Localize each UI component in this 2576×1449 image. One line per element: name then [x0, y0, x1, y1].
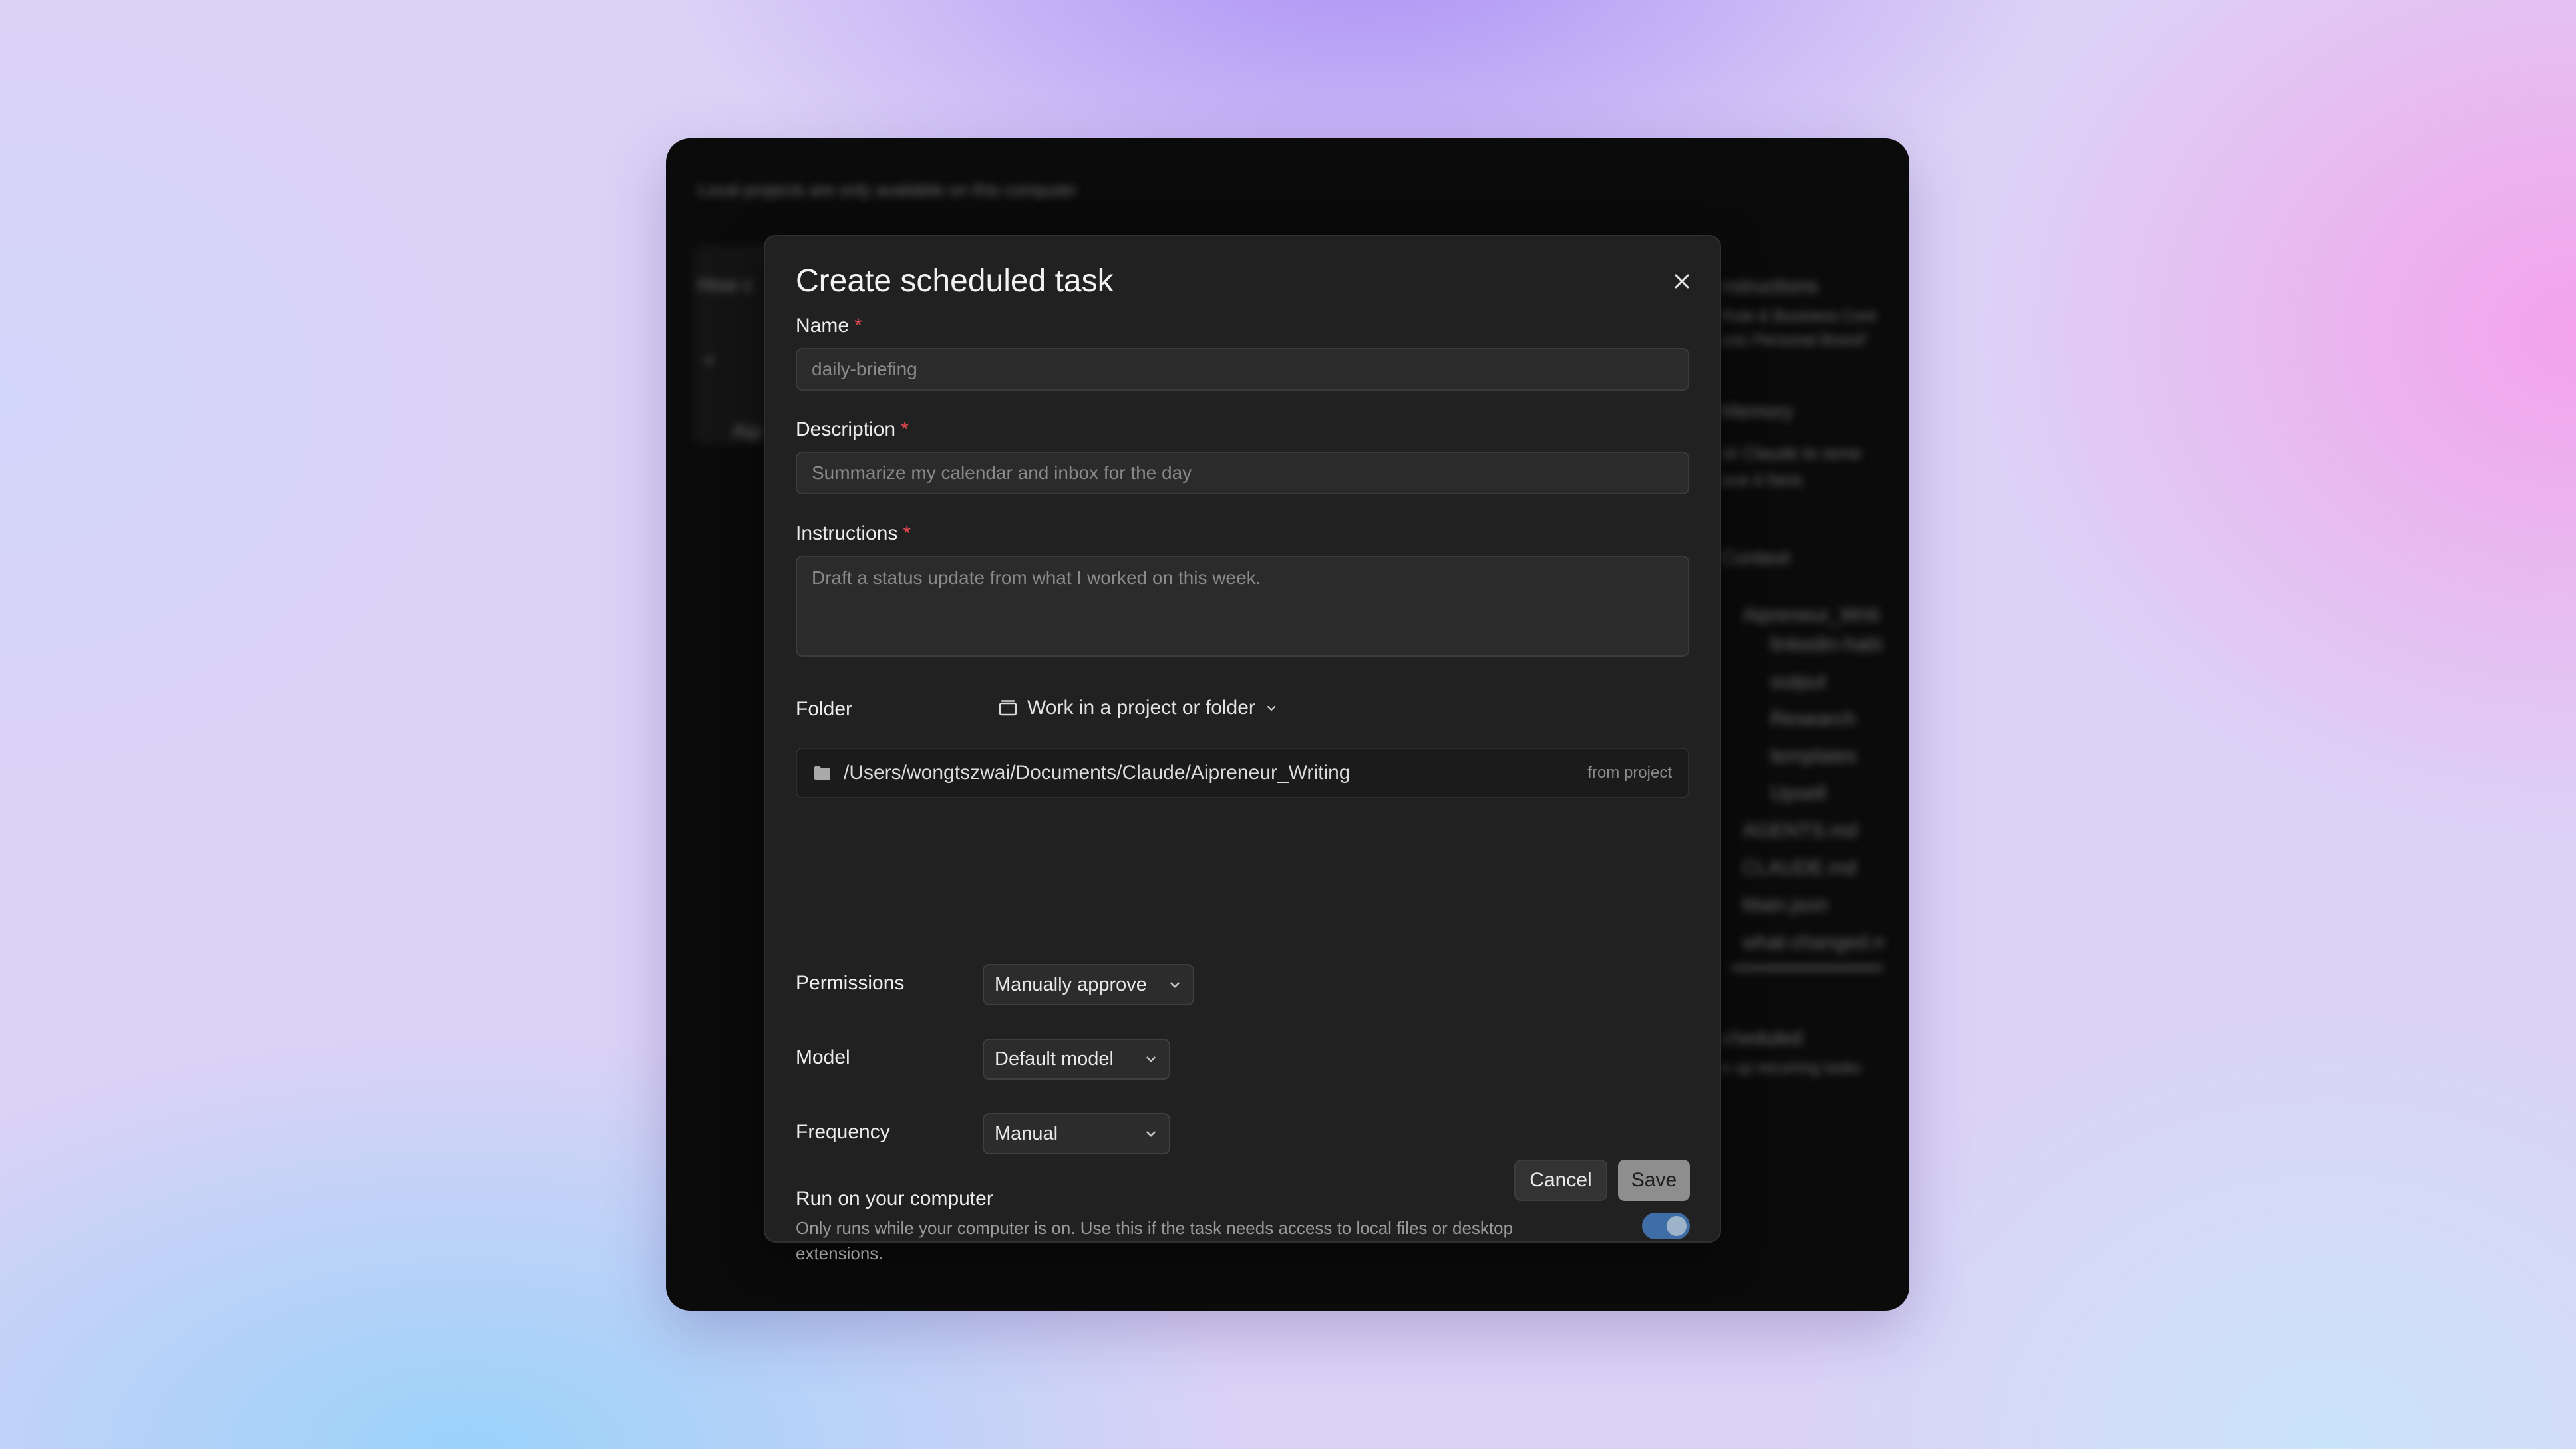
description-input[interactable]: Summarize my calendar and inbox for the … [796, 452, 1689, 494]
bg-context-item: CLAUDE.md [1742, 857, 1857, 879]
run-local-description: Only runs while your computer is on. Use… [796, 1218, 1514, 1263]
bg-left-snippet: Aip [732, 420, 762, 442]
bg-scheduled-line: e up recurring tasks [1721, 1059, 1861, 1077]
frequency-value: Manual [995, 1122, 1058, 1144]
bg-context-item: what-changed.n [1742, 931, 1885, 953]
folder-path: /Users/wongtszwai/Documents/Claude/Aipre… [844, 762, 1351, 784]
chevron-down-icon [1146, 1131, 1156, 1137]
frequency-label: Frequency [796, 1121, 890, 1143]
bg-scheduled-title: cheduled [1721, 1027, 1802, 1049]
bg-section-title: Memory [1721, 401, 1794, 422]
bg-section-line: sk Claude to reme [1721, 443, 1861, 463]
frequency-select[interactable]: Manual [983, 1113, 1170, 1154]
bg-context-item: AGENTS.md [1742, 820, 1858, 842]
required-mark: * [903, 522, 911, 544]
close-icon [1675, 274, 1689, 289]
folder-path-field: /Users/wongtszwai/Documents/Claude/Aipre… [796, 748, 1689, 798]
bg-section-line: ave it here. [1721, 470, 1807, 490]
bg-section-title: nstructions [1721, 275, 1818, 297]
dialog-title: Create scheduled task [796, 263, 1114, 299]
permissions-select[interactable]: Manually approve [983, 964, 1194, 1005]
bg-section-line: ssic Personal Brand" [1721, 331, 1869, 349]
app-window: Local projects are only available on thi… [666, 138, 1909, 1311]
toggle-knob [1667, 1216, 1687, 1236]
instructions-textarea[interactable]: Draft a status update from what I worked… [796, 556, 1689, 657]
path-source-tag: from project [1587, 764, 1672, 782]
name-input[interactable]: daily-briefing [796, 348, 1689, 391]
bg-context-item: Upsell [1770, 782, 1826, 804]
run-local-title: Run on your computer [796, 1188, 993, 1209]
instructions-label-text: Instructions [796, 522, 898, 544]
instructions-placeholder: Draft a status update from what I worked… [812, 567, 1261, 588]
bg-left-snippet: How c [698, 274, 754, 296]
bg-context-item: templates [1770, 745, 1857, 767]
description-label: Description * [796, 418, 909, 441]
bg-scrollbar [1730, 965, 1883, 971]
create-scheduled-task-dialog: Create scheduled task Name * daily-briefi… [764, 235, 1721, 1263]
cancel-button[interactable]: Cancel [1514, 1160, 1607, 1201]
instructions-label: Instructions * [796, 522, 911, 545]
close-button[interactable] [1663, 263, 1700, 300]
model-label: Model [796, 1046, 850, 1068]
chevron-down-icon [1170, 982, 1180, 988]
folder-mode-label: Work in a project or folder [1027, 697, 1255, 719]
model-select[interactable]: Default model [983, 1039, 1170, 1080]
folder-icon [814, 766, 830, 780]
project-box-icon [999, 700, 1017, 716]
permissions-label: Permissions [796, 972, 905, 994]
bg-context-item: Research [1770, 708, 1856, 730]
bg-left-snippet: + [703, 350, 715, 372]
chevron-down-icon [1146, 1056, 1156, 1062]
permissions-value: Manually approve [995, 973, 1147, 995]
save-button[interactable]: Save [1618, 1160, 1690, 1201]
folder-mode-dropdown[interactable]: Work in a project or folder [998, 689, 1278, 727]
bg-context-item: output [1770, 671, 1826, 693]
bg-context-item: Aipreneur_Writi [1742, 604, 1880, 626]
required-mark: * [854, 315, 862, 337]
bg-context-item: Main.json [1742, 894, 1828, 916]
bg-header-text: Local projects are only available on thi… [698, 180, 1077, 200]
folder-label: Folder [796, 698, 853, 720]
chevron-down-icon [1267, 705, 1276, 711]
name-label: Name * [796, 315, 862, 337]
required-mark: * [901, 418, 909, 440]
bg-context-item: linkedin-habi [1770, 633, 1883, 655]
description-label-text: Description [796, 418, 896, 440]
description-placeholder: Summarize my calendar and inbox for the … [812, 462, 1192, 483]
name-label-text: Name [796, 315, 850, 337]
bg-section-title: Context [1721, 547, 1790, 569]
bg-section-line: Role & Business Cont [1721, 307, 1877, 325]
model-value: Default model [995, 1048, 1114, 1070]
run-local-toggle[interactable] [1642, 1213, 1690, 1239]
name-placeholder: daily-briefing [812, 359, 917, 379]
